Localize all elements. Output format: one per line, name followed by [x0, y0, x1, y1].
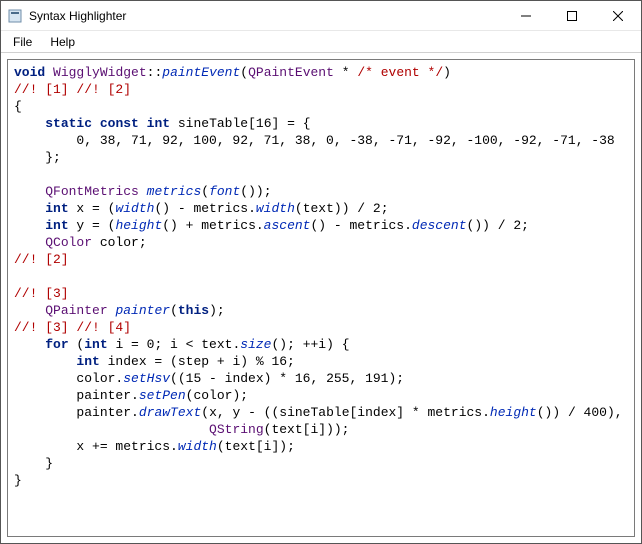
maximize-button[interactable]	[549, 1, 595, 30]
menubar: File Help	[1, 31, 641, 53]
minimize-button[interactable]	[503, 1, 549, 30]
code-content[interactable]: void WigglyWidget::paintEvent(QPaintEven…	[8, 60, 634, 493]
keyword: void	[14, 65, 45, 80]
type: QPaintEvent	[248, 65, 334, 80]
marker: //! [2]	[76, 82, 131, 97]
marker: //! [4]	[76, 320, 131, 335]
window-controls	[503, 1, 641, 30]
comment: /* event */	[357, 65, 443, 80]
menu-file[interactable]: File	[5, 33, 40, 51]
close-button[interactable]	[595, 1, 641, 30]
type: QFontMetrics	[45, 184, 139, 199]
marker: //! [3]	[14, 320, 69, 335]
marker: //! [3]	[14, 286, 69, 301]
marker: //! [1]	[14, 82, 69, 97]
function: paintEvent	[162, 65, 240, 80]
window-title: Syntax Highlighter	[29, 9, 503, 23]
app-icon	[7, 8, 23, 24]
titlebar: Syntax Highlighter	[1, 1, 641, 31]
marker: //! [2]	[14, 252, 69, 267]
menu-help[interactable]: Help	[42, 33, 83, 51]
code-editor[interactable]: void WigglyWidget::paintEvent(QPaintEven…	[7, 59, 635, 537]
type: WigglyWidget	[53, 65, 147, 80]
